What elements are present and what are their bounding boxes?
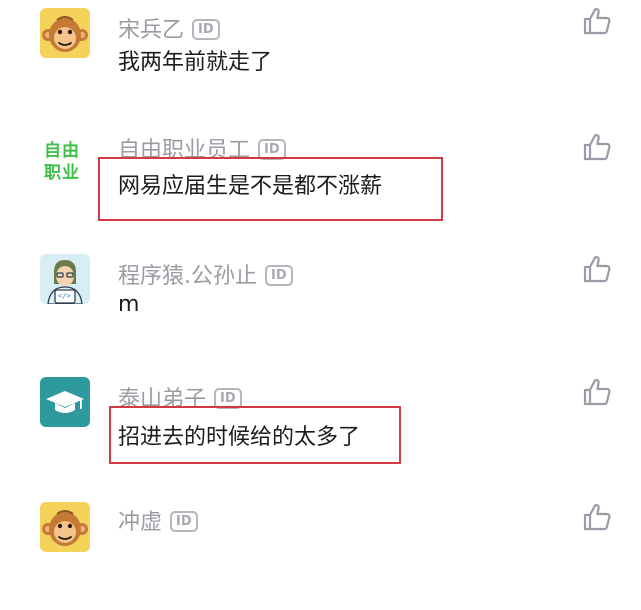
graduation-cap-icon — [46, 391, 84, 413]
like-thumb-icon[interactable] — [582, 6, 612, 36]
programmer-avatar-code: </> — [58, 292, 71, 300]
commenter-name[interactable]: 程序猿.公孙止 ID — [118, 258, 293, 290]
like-thumb-icon[interactable] — [582, 502, 612, 532]
comment-text: m — [118, 292, 140, 317]
like-thumb-icon[interactable] — [582, 377, 612, 407]
monkey-avatar[interactable] — [40, 502, 90, 552]
like-thumb-icon[interactable] — [582, 132, 612, 162]
comment-row: </> 程序猿.公孙止 ID m — [0, 240, 641, 360]
like-thumb-icon[interactable] — [582, 254, 612, 284]
highlight-box — [109, 406, 401, 464]
comment-row: 宋兵乙 ID 我两年前就走了 — [0, 0, 641, 120]
comment-row: 冲虚 ID — [0, 490, 641, 610]
id-badge-icon: ID — [265, 264, 293, 286]
id-badge-icon: ID — [170, 510, 198, 532]
commenter-name[interactable]: 冲虚 ID — [118, 504, 198, 536]
commenter-name[interactable]: 宋兵乙 ID — [118, 12, 220, 44]
programmer-avatar[interactable]: </> — [40, 254, 90, 304]
monkey-avatar[interactable] — [40, 8, 90, 58]
graduation-cap-avatar[interactable] — [40, 377, 90, 427]
id-badge-icon: ID — [192, 18, 220, 40]
freelance-avatar[interactable]: 自由 职业 — [40, 136, 92, 186]
highlight-box — [98, 157, 443, 221]
freelance-avatar-label: 职业 — [44, 163, 80, 183]
comment-text: 我两年前就走了 — [118, 50, 273, 75]
